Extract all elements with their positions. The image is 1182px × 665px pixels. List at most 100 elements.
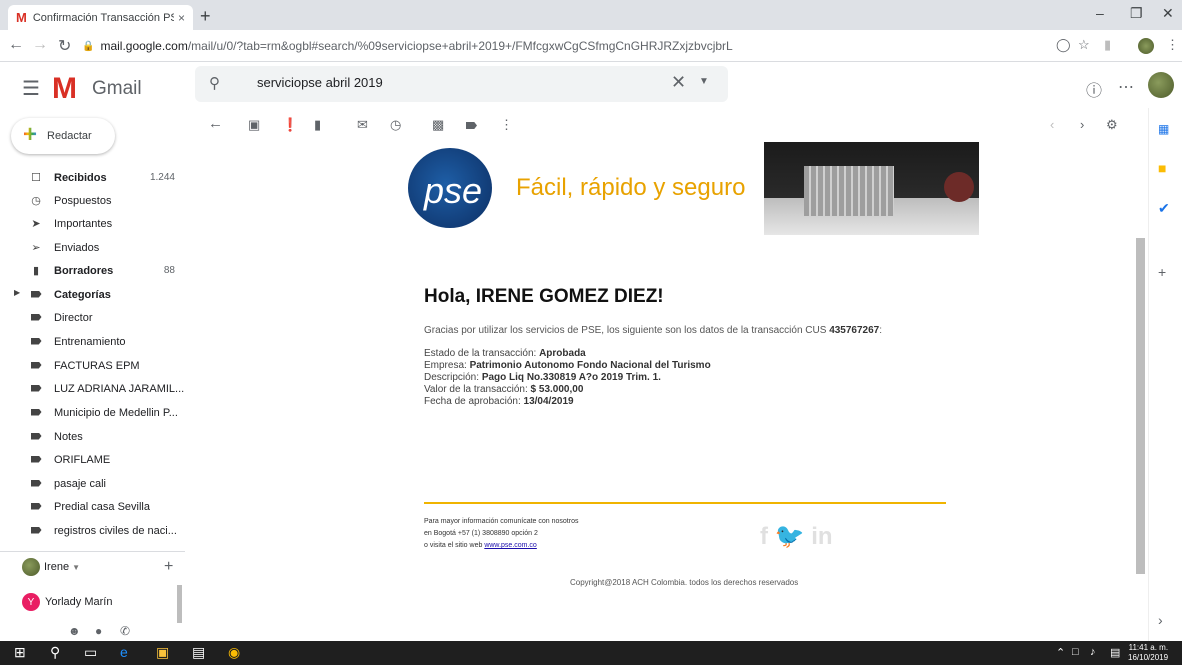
settings-gear-icon[interactable]: ⚙	[1106, 117, 1118, 133]
search-bar[interactable]: ⚲ ✕ ▼	[195, 66, 728, 102]
windows-start-icon[interactable]: ⊞	[14, 644, 26, 661]
keep-icon[interactable]: ■	[1158, 160, 1166, 176]
restore-icon[interactable]: ❐	[1130, 5, 1143, 22]
key-icon[interactable]: ◯	[1056, 37, 1071, 53]
tab-close-icon[interactable]: ×	[178, 11, 185, 25]
sidebar-item-oriflame[interactable]: ORIFLAME	[0, 448, 185, 471]
main-menu-icon[interactable]: ☰	[22, 76, 40, 101]
file-explorer-icon[interactable]: ▣	[156, 644, 169, 661]
sidebar-item-municipio[interactable]: Municipio de Medellin P...	[0, 401, 185, 424]
detail-empresa: Empresa: Patrimonio Autonomo Fondo Nacio…	[424, 360, 711, 371]
detail-estado: Estado de la transacción: Aprobada	[424, 348, 586, 359]
task-view-icon[interactable]: ▭	[84, 644, 97, 661]
address-bar[interactable]: 🔒 mail.google.com/mail/u/0/?tab=rm&ogbl#…	[82, 35, 1092, 57]
sidebar-item-notes[interactable]: Notes	[0, 425, 185, 448]
minimize-icon[interactable]: –	[1096, 5, 1104, 21]
person-icon[interactable]: ☻	[68, 624, 81, 638]
store-icon[interactable]: ▤	[192, 644, 205, 661]
sidebar-item-borradores[interactable]: ▮ Borradores 88	[0, 259, 185, 282]
window-close-icon[interactable]: ✕	[1162, 5, 1174, 22]
compose-button[interactable]: + Redactar	[11, 118, 115, 154]
sidebar-scrollbar[interactable]	[177, 585, 182, 623]
notification-icon[interactable]: ▤	[1110, 646, 1120, 659]
snooze-icon[interactable]: ◷	[390, 117, 401, 133]
sidebar-item-director[interactable]: Director	[0, 306, 185, 329]
sidebar-item-importantes[interactable]: ➤ Importantes	[0, 212, 185, 235]
reload-icon[interactable]: ↻	[58, 36, 71, 56]
label-icon	[26, 525, 46, 537]
back-arrow-icon[interactable]: ←	[8, 36, 24, 54]
label-icon	[26, 289, 46, 301]
tab-title: Confirmación Transacción PSE -	[32, 11, 174, 24]
tasks-icon[interactable]: ✔	[1158, 200, 1170, 217]
chrome-icon[interactable]: ◉	[228, 644, 240, 661]
sidebar-item-entrenamiento[interactable]: Entrenamiento	[0, 330, 185, 353]
side-panel	[1148, 108, 1182, 641]
label-icon	[26, 312, 46, 324]
label-icon	[26, 360, 46, 372]
clear-search-icon[interactable]: ✕	[671, 72, 686, 93]
report-spam-icon[interactable]: ❗	[282, 117, 298, 133]
sidebar-item-pasaje-cali[interactable]: pasaje cali	[0, 472, 185, 495]
sidebar-item-registros[interactable]: registros civiles de naci...	[0, 519, 185, 542]
gmail-logo-icon[interactable]: M	[52, 72, 77, 106]
sidebar-item-recibidos[interactable]: ☐ Recibidos 1.244	[0, 166, 185, 189]
hangouts-contact[interactable]: Y Yorlady Marín	[22, 592, 172, 612]
label-icon	[26, 454, 46, 466]
delete-icon[interactable]: ▮	[314, 117, 321, 133]
back-to-search-icon[interactable]: ←	[208, 115, 223, 132]
bookmark-star-icon[interactable]: ☆	[1078, 37, 1090, 53]
archive-icon[interactable]: ▣	[248, 117, 260, 133]
important-icon: ➤	[31, 218, 41, 230]
apps-grid-icon[interactable]: ⋯	[1118, 77, 1134, 97]
sidebar-item-pospuestos[interactable]: ◷ Pospuestos	[0, 189, 185, 212]
social-icons[interactable]: f 🐦 in	[760, 522, 833, 551]
message-scrollbar[interactable]	[1136, 238, 1145, 574]
add-addon-icon[interactable]: +	[1158, 264, 1166, 280]
volume-icon[interactable]: ♪	[1090, 646, 1096, 658]
newer-icon[interactable]: ‹	[1050, 117, 1054, 132]
new-tab-button[interactable]: +	[200, 6, 211, 27]
mark-unread-icon[interactable]: ✉	[357, 117, 368, 133]
expand-panel-icon[interactable]: ›	[1158, 612, 1163, 628]
label-icon	[26, 383, 46, 395]
sidebar-item-count: 88	[163, 265, 175, 276]
sidebar-item-luz-adriana[interactable]: LUZ ADRIANA JARAMIL...	[0, 377, 185, 400]
search-input[interactable]	[255, 74, 635, 91]
draft-icon: ▮	[32, 265, 40, 277]
browser-tab[interactable]: M Confirmación Transacción PSE - ×	[8, 5, 193, 30]
sidebar-item-enviados[interactable]: ➢ Enviados	[0, 236, 185, 259]
labels-icon[interactable]	[466, 117, 477, 132]
profile-avatar-icon[interactable]	[1138, 38, 1154, 54]
taskbar-search-icon[interactable]: ⚲	[50, 644, 60, 661]
add-contact-icon[interactable]: +	[164, 558, 173, 576]
sidebar-item-label: Categorías	[54, 288, 111, 301]
move-to-icon[interactable]: ▩	[432, 117, 444, 133]
search-options-icon[interactable]: ▼	[699, 76, 709, 87]
chrome-menu-icon[interactable]: ⋮	[1166, 37, 1179, 53]
search-icon[interactable]: ⚲	[209, 74, 220, 92]
pse-website-link[interactable]: www.pse.com.co	[484, 542, 537, 549]
calendar-icon[interactable]: ▦	[1158, 122, 1169, 136]
sidebar-item-categorias[interactable]: Categorías	[0, 283, 185, 306]
sidebar-item-facturas-epm[interactable]: FACTURAS EPM	[0, 354, 185, 377]
help-icon[interactable]: ⓘ	[1086, 77, 1102, 101]
chat-bubble-icon[interactable]: ●	[95, 624, 102, 638]
more-options-icon[interactable]: ⋮	[500, 117, 513, 133]
keyboard-image	[804, 166, 894, 216]
forward-arrow-icon[interactable]: →	[32, 36, 48, 54]
detail-value: 13/04/2019	[523, 396, 574, 407]
sidebar-item-label: Entrenamiento	[54, 335, 126, 348]
phone-icon[interactable]: ✆	[120, 624, 130, 638]
edge-icon[interactable]: e	[120, 644, 128, 660]
sidebar-item-predial[interactable]: Predial casa Sevilla	[0, 495, 185, 518]
extension-shield-icon[interactable]: ▮	[1104, 37, 1111, 53]
detail-value: Pago Liq No.330819 A?o 2019 Trim. 1.	[481, 372, 661, 383]
taskbar-clock[interactable]: 11:41 a. m. 16/10/2019	[1128, 643, 1168, 663]
detail-valor: Valor de la transacción: $ 53.000,00	[424, 384, 583, 395]
network-icon[interactable]: □	[1072, 646, 1079, 658]
account-avatar[interactable]	[1148, 72, 1174, 98]
tray-chevron-icon[interactable]: ⌃	[1056, 646, 1065, 659]
older-icon[interactable]: ›	[1080, 117, 1084, 132]
cus-number: 435767267	[829, 325, 880, 336]
